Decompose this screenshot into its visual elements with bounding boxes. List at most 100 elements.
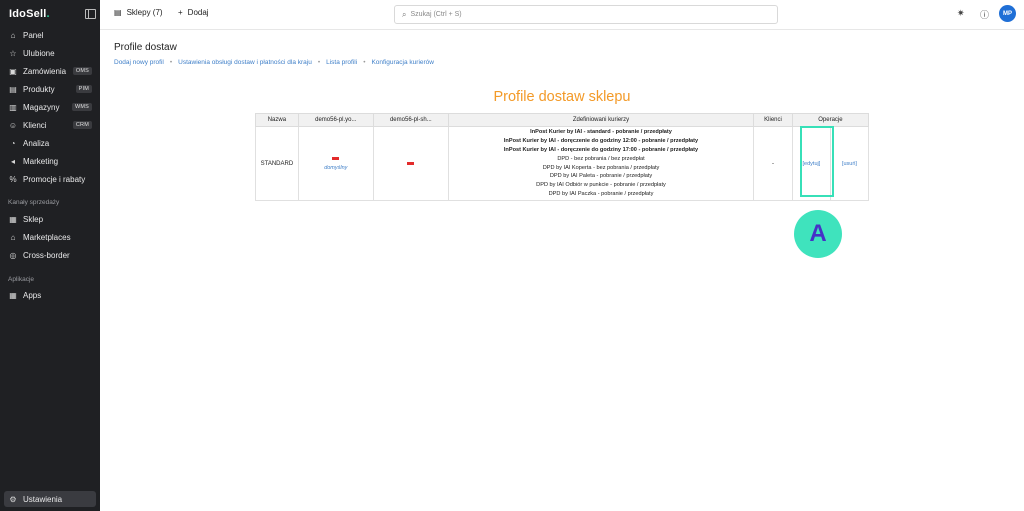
- wms-badge: WMS: [71, 103, 92, 111]
- add-label: Dodaj: [187, 8, 209, 17]
- courier-item: DPD by IAI Paczka - pobranie / przedpłat…: [548, 190, 654, 197]
- sidebar-item-promocje[interactable]: % Promocje i rabaty: [4, 171, 96, 187]
- courier-item: DPD - bez pobrania / bez przedpłat: [557, 155, 645, 162]
- breadcrumb-separator: •: [169, 59, 173, 66]
- sidebar-item-magazyny[interactable]: ▥ Magazyny WMS: [4, 99, 96, 115]
- courier-item: InPost Kurier by IAI - doręczenie do god…: [503, 146, 699, 153]
- box-icon: ▤: [9, 84, 17, 94]
- sidebar-item-label: Promocje i rabaty: [23, 174, 86, 184]
- sidebar-item-label: Apps: [23, 290, 42, 300]
- sidebar-item-label: Klienci: [23, 120, 47, 130]
- breadcrumb: Dodaj nowy profil • Ustawienia obsługi d…: [114, 59, 434, 66]
- flag-icon: [407, 161, 415, 165]
- crm-badge: CRM: [72, 121, 92, 129]
- clients-cell: -: [753, 126, 793, 201]
- section-apps-heading: Aplikacje: [8, 276, 35, 283]
- avatar[interactable]: MP: [999, 5, 1016, 22]
- notifications-icon[interactable]: ✷: [957, 8, 965, 19]
- sidebar: IdoSell. ⌂ Panel ☆ Ulubione ▣ Zamówienia…: [0, 0, 100, 511]
- search-icon: ⌕: [402, 9, 407, 19]
- sidebar-item-sklep[interactable]: ▦ Sklep: [4, 211, 96, 227]
- sidebar-item-label: Panel: [23, 30, 44, 40]
- users-icon: ☺: [8, 120, 18, 130]
- shop-icon: ▦: [9, 214, 17, 224]
- add-button[interactable]: + Dodaj: [178, 8, 209, 17]
- oms-badge: OMS: [72, 67, 92, 75]
- column-header: Klienci: [753, 113, 793, 127]
- star-icon: ☆: [9, 48, 17, 58]
- apps-icon: ▦: [9, 290, 17, 300]
- profiles-table: Nazwa demo56-pl.yo... demo56-pl-sh... Zd…: [255, 113, 870, 201]
- shops-label: Sklepy (7): [126, 8, 163, 17]
- courier-item: DPD by IAI Koperta - bez pobrania / prze…: [542, 164, 660, 171]
- breadcrumb-add-profile[interactable]: Dodaj nowy profil: [114, 59, 164, 66]
- breadcrumb-separator: •: [363, 59, 366, 66]
- globe-icon: ◎: [9, 250, 17, 260]
- table-header-row: Nazwa demo56-pl.yo... demo56-pl-sh... Zd…: [255, 113, 870, 127]
- top-bar: ▤ Sklepy (7) + Dodaj ⌕ Szukaj (Ctrl + S)…: [100, 0, 1024, 30]
- profile-name: STANDARD: [255, 126, 299, 201]
- delete-link[interactable]: [usuń]: [842, 161, 857, 167]
- shop-icon: ▤: [114, 8, 122, 17]
- marketplace-icon: ⌂: [10, 232, 16, 242]
- brand-logo[interactable]: IdoSell.: [9, 8, 50, 20]
- column-header: demo56-pl.yo...: [297, 113, 374, 127]
- logo-dot: .: [46, 8, 50, 20]
- breadcrumb-country-settings[interactable]: Ustawienia obsługi dostaw i płatności dl…: [178, 59, 312, 66]
- gear-icon: ⚙: [9, 494, 17, 504]
- flag-icon: [332, 157, 340, 160]
- percent-icon: %: [9, 174, 17, 184]
- table-row: STANDARD domyślny InPost Kurier by IAI -…: [255, 126, 870, 201]
- sidebar-item-analiza[interactable]: ◔ Analiza: [4, 135, 96, 151]
- shops-button[interactable]: ▤ Sklepy (7): [114, 8, 163, 17]
- courier-item: InPost Kurier by IAI - doręczenie do god…: [503, 138, 699, 145]
- column-header: Operacje: [791, 113, 870, 127]
- highlight-box: [800, 126, 834, 197]
- pim-badge: PIM: [75, 85, 92, 93]
- sidebar-item-label: Zamówienia: [23, 66, 67, 76]
- sidebar-collapse-icon[interactable]: [85, 9, 96, 19]
- sidebar-item-label: Produkty: [23, 84, 55, 94]
- megaphone-icon: ◂: [10, 156, 15, 166]
- section-sales-heading: Kanały sprzedaży: [8, 199, 60, 206]
- sidebar-item-label: Cross-border: [23, 250, 70, 260]
- sidebar-item-ustawienia[interactable]: ⚙ Ustawienia: [4, 491, 96, 507]
- sidebar-item-label: Magazyny: [23, 102, 60, 112]
- search-input[interactable]: ⌕ Szukaj (Ctrl + S): [394, 5, 778, 24]
- default-label: domyślny: [324, 165, 348, 171]
- annotation-marker: A: [794, 210, 842, 258]
- search-placeholder: Szukaj (Ctrl + S): [410, 11, 462, 18]
- sidebar-item-label: Marketplaces: [23, 232, 71, 242]
- sidebar-item-zamowienia[interactable]: ▣ Zamówienia OMS: [4, 63, 96, 79]
- sidebar-item-marketplaces[interactable]: ⌂ Marketplaces: [4, 229, 96, 245]
- breadcrumb-courier-config[interactable]: Konfiguracja kurierów: [371, 59, 434, 66]
- breadcrumb-separator: •: [317, 59, 321, 66]
- sidebar-item-ulubione[interactable]: ☆ Ulubione: [4, 45, 96, 61]
- breadcrumb-profile-list[interactable]: Lista profili: [326, 59, 357, 66]
- column-header: Nazwa: [255, 113, 299, 127]
- couriers-cell: InPost Kurier by IAI - standard - pobran…: [447, 126, 755, 201]
- house-icon: ⌂: [10, 30, 16, 40]
- sidebar-item-klienci[interactable]: ☺ Klienci CRM: [4, 117, 96, 133]
- sidebar-item-cross-border[interactable]: ◎ Cross-border: [4, 247, 96, 263]
- page-title: Profile dostaw: [114, 42, 177, 53]
- sidebar-item-marketing[interactable]: ◂ Marketing: [4, 153, 96, 169]
- shop1-cell: domyślny: [297, 126, 374, 201]
- sidebar-item-label: Ulubione: [23, 48, 55, 58]
- courier-item: InPost Kurier by IAI - standard - pobran…: [530, 129, 672, 136]
- logo-text: IdoSell: [9, 8, 47, 20]
- plus-icon: +: [178, 8, 183, 17]
- sidebar-item-produkty[interactable]: ▤ Produkty PIM: [4, 81, 96, 97]
- help-icon[interactable]: ⓘ: [980, 8, 989, 21]
- sidebar-item-label: Ustawienia: [23, 494, 63, 504]
- orders-icon: ▣: [9, 66, 17, 76]
- delete-cell: [usuń]: [829, 126, 870, 201]
- section-heading: Profile dostaw sklepu: [493, 89, 631, 105]
- sidebar-item-apps[interactable]: ▦ Apps: [4, 287, 96, 303]
- sidebar-item-label: Marketing: [23, 156, 59, 166]
- shop2-cell: [372, 126, 449, 201]
- sidebar-item-panel[interactable]: ⌂ Panel: [4, 27, 96, 43]
- sidebar-item-label: Sklep: [23, 214, 44, 224]
- warehouse-icon: ▥: [9, 102, 17, 112]
- column-header: Zdefiniowani kurierzy: [447, 113, 755, 127]
